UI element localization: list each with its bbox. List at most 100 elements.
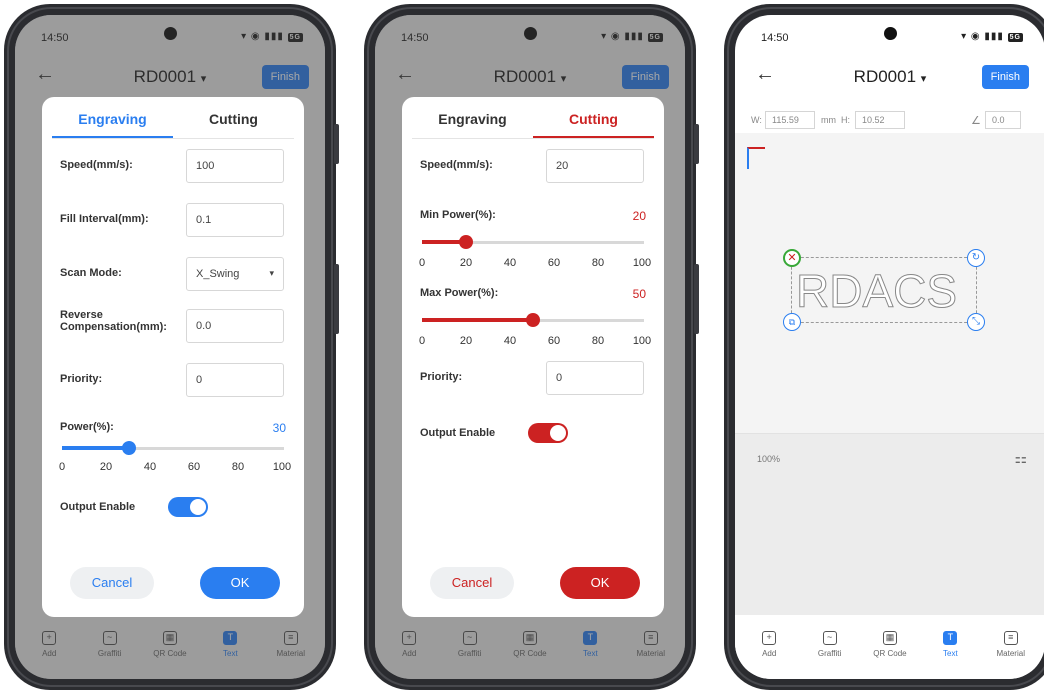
fill-interval-input[interactable]: 0.1: [186, 203, 284, 237]
size-toolbar: W: 115.59 mm H: 10.52 ∠ 0.0: [735, 111, 1044, 131]
text-icon: T: [943, 631, 958, 645]
min-power-value: 20: [632, 209, 646, 223]
tick-label: 60: [547, 335, 561, 347]
phone-engraving: 14:50 ▾ ◉ ▮▮▮ 5G ← RD0001 ▾ Finish + Add …: [4, 4, 339, 690]
fill-interval-row: Fill Interval(mm): 0.1: [60, 203, 286, 239]
cancel-button[interactable]: Cancel: [70, 567, 154, 599]
ok-button[interactable]: OK: [560, 567, 640, 599]
reverse-compensation-label: Reverse Compensation(mm):: [60, 309, 167, 333]
max-power-slider[interactable]: [422, 313, 644, 327]
max-power-slider-fill: [422, 318, 533, 322]
tab-engraving[interactable]: Engraving: [412, 107, 533, 138]
tab-graffiti[interactable]: ~ Graffiti: [803, 631, 857, 679]
bottom-tabbar: + Add ~ Graffiti ▦ QR Code T Text ≡ Material: [735, 621, 1044, 679]
design-canvas[interactable]: RDACS ✕ ↻ ⧉ ⤡: [735, 133, 1044, 433]
tick-label: 20: [99, 461, 113, 473]
tick-label: 0: [418, 257, 426, 269]
max-power-caption: Max Power(%): 50: [420, 287, 646, 301]
rotate-handle-icon[interactable]: ↻: [967, 249, 985, 267]
tick-label: 40: [503, 257, 517, 269]
reverse-compensation-input[interactable]: 0.0: [186, 309, 284, 343]
tick-label: 40: [503, 335, 517, 347]
dialog-tabs: Engraving Cutting: [412, 107, 654, 139]
speed-input[interactable]: 20: [546, 149, 644, 183]
tab-cutting[interactable]: Cutting: [173, 107, 294, 138]
tab-text[interactable]: T Text: [923, 631, 977, 679]
dialog-tabs: Engraving Cutting: [52, 107, 294, 139]
width-input[interactable]: 115.59: [765, 111, 815, 129]
output-enable-toggle[interactable]: [528, 423, 568, 443]
layer-settings-dialog: Engraving Cutting Speed(mm/s): 100 Fill …: [42, 97, 304, 617]
workspace-area: 100% ⚏: [735, 433, 1044, 615]
max-power-value: 50: [632, 287, 646, 301]
finish-button[interactable]: Finish: [981, 65, 1029, 89]
origin-marker: [747, 147, 765, 169]
text-object[interactable]: RDACS ✕ ↻ ⧉ ⤡: [783, 249, 985, 331]
max-power-slider-knob[interactable]: [526, 313, 540, 327]
priority-input[interactable]: 0: [186, 363, 284, 397]
tick-label: 60: [547, 257, 561, 269]
min-power-slider[interactable]: [422, 235, 644, 249]
min-power-label: Min Power(%):: [420, 209, 496, 221]
tick-label: 80: [231, 461, 245, 473]
tab-engraving[interactable]: Engraving: [52, 107, 173, 138]
priority-input[interactable]: 0: [546, 361, 644, 395]
tick-label: 0: [58, 461, 66, 473]
angle-input[interactable]: 0.0: [985, 111, 1021, 129]
width-label: W:: [751, 115, 762, 125]
scale-handle-icon[interactable]: ⤡: [967, 313, 985, 331]
scan-mode-select[interactable]: X_Swing ▾: [186, 257, 284, 291]
priority-row: Priority: 0: [60, 363, 286, 399]
layers-icon[interactable]: ⚏: [1014, 450, 1027, 467]
output-enable-toggle[interactable]: [168, 497, 208, 517]
power-slider-knob[interactable]: [121, 441, 136, 455]
max-power-label: Max Power(%):: [420, 287, 499, 299]
zoom-level: 100%: [757, 454, 781, 464]
power-label: Power(%):: [60, 421, 114, 433]
fill-interval-label: Fill Interval(mm):: [60, 213, 149, 225]
tick-label: 100: [632, 257, 652, 269]
add-icon: +: [762, 631, 777, 645]
phone-canvas: 14:50 ▾ ◉ ▮▮▮ 5G ← RD0001 ▾ Finish W: 11…: [724, 4, 1044, 690]
qr-code-icon: ▦: [882, 631, 897, 645]
angle-icon: ∠: [971, 115, 981, 127]
tab-qr-code[interactable]: ▦ QR Code: [863, 631, 917, 679]
chevron-down-icon: ▾: [920, 73, 927, 85]
ok-button[interactable]: OK: [200, 567, 280, 599]
unit-label: mm: [821, 115, 836, 125]
delete-handle-icon[interactable]: ✕: [783, 249, 801, 267]
tick-label: 60: [187, 461, 201, 473]
scan-mode-row: Scan Mode: X_Swing ▾: [60, 257, 286, 293]
copy-handle-icon[interactable]: ⧉: [783, 313, 801, 331]
tab-cutting[interactable]: Cutting: [533, 107, 654, 138]
power-value: 30: [272, 421, 286, 435]
tick-label: 100: [632, 335, 652, 347]
output-enable-label: Output Enable: [420, 427, 496, 439]
reverse-compensation-row: Reverse Compensation(mm): 0.0: [60, 309, 286, 345]
cancel-button[interactable]: Cancel: [430, 567, 514, 599]
tick-label: 20: [459, 335, 473, 347]
tick-label: 80: [591, 335, 605, 347]
chevron-down-icon: ▾: [269, 268, 274, 278]
min-power-caption: Min Power(%): 20: [420, 209, 646, 223]
scan-mode-value: X_Swing: [196, 268, 240, 280]
camera-hole: [884, 27, 897, 40]
tick-label: 40: [143, 461, 157, 473]
height-label: H:: [841, 115, 850, 125]
min-power-slider-knob[interactable]: [459, 235, 474, 249]
priority-label: Priority:: [420, 371, 463, 383]
tab-material[interactable]: ≡ Material: [984, 631, 1038, 679]
layer-settings-dialog: Engraving Cutting Speed(mm/s): 20 Min Po…: [402, 97, 664, 617]
phone-cutting: 14:50 ▾ ◉ ▮▮▮ 5G ← RD0001 ▾ Finish + Add …: [364, 4, 699, 690]
power-ticks: 0 20 40 60 80 100: [56, 461, 291, 473]
output-enable-label: Output Enable: [60, 501, 136, 513]
tab-add[interactable]: + Add: [742, 631, 796, 679]
priority-label: Priority:: [60, 373, 103, 385]
speed-input[interactable]: 100: [186, 149, 284, 183]
height-input[interactable]: 10.52: [855, 111, 905, 129]
min-power-ticks: 0 20 40 60 80 100: [416, 257, 651, 269]
status-time: 14:50: [761, 32, 789, 44]
speed-row: Speed(mm/s): 20: [420, 149, 646, 185]
material-icon: ≡: [1003, 631, 1018, 645]
power-slider[interactable]: [62, 441, 284, 455]
